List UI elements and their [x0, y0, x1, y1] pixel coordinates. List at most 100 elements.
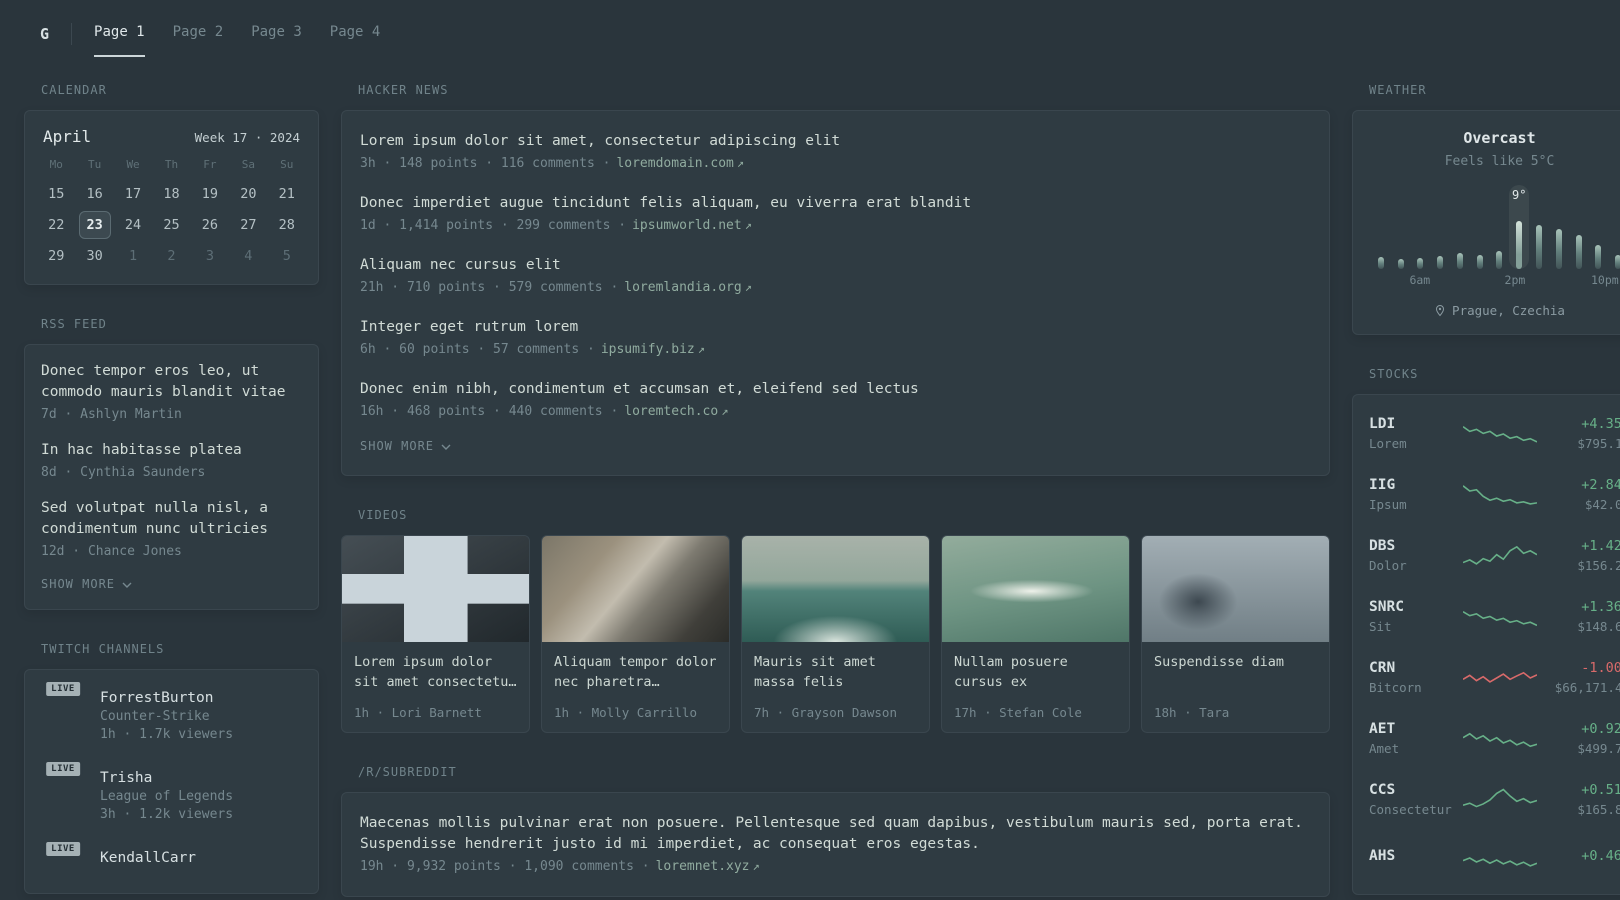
stock-sparkline-wrap — [1463, 602, 1537, 632]
stock-row[interactable]: DBS Dolor +1.42% $156.28 — [1353, 525, 1620, 586]
hackernews-item-stats: 3h · 148 points · 116 comments · — [360, 156, 611, 172]
weather-hour-column — [1529, 185, 1549, 269]
stock-ticker: IIG — [1369, 477, 1396, 493]
stock-row[interactable]: CCS Consectetur +0.51% $165.84 — [1353, 769, 1620, 830]
rss-card: Donec tempor eros leo, ut commodo mauris… — [24, 344, 319, 611]
stock-row[interactable]: CRN Bitcorn -1.00% $66,171.48 — [1353, 647, 1620, 708]
video-thumbnail[interactable] — [942, 536, 1129, 643]
weather-hour-column — [1430, 185, 1450, 269]
calendar-day: 29 — [48, 248, 65, 264]
video-card: Nullam posuere cursus ex 17h · Stefan Co… — [941, 535, 1130, 734]
video-thumbnail[interactable] — [342, 536, 529, 643]
weather-temp-bar — [1456, 253, 1463, 269]
calendar-day: 3 — [205, 248, 214, 264]
hackernews-item-title[interactable]: Aliquam nec cursus elit — [360, 255, 1311, 276]
rss-item-title[interactable]: Donec tempor eros leo, ut commodo mauris… — [41, 361, 302, 403]
stock-price: $156.28 — [1577, 558, 1620, 573]
weather-hour-column — [1569, 185, 1589, 269]
weather-widget: WEATHER Overcast Feels like 5°C 9° 6am 2… — [1352, 83, 1620, 335]
stock-row[interactable]: AET Amet +0.92% $499.72 — [1353, 708, 1620, 769]
subreddit-post: Maecenas mollis pulvinar erat non posuer… — [360, 813, 1311, 874]
subreddit-widget: /R/SUBREDDIT Maecenas mollis pulvinar er… — [341, 765, 1330, 898]
stock-identity: AHS — [1369, 848, 1463, 868]
video-card-body: Mauris sit amet massa felis 7h · Grayson… — [742, 642, 929, 732]
video-thumbnail[interactable] — [1142, 536, 1329, 643]
hackernews-item-title[interactable]: Donec enim nibh, condimentum et accumsan… — [360, 379, 1311, 400]
page-tab[interactable]: Page 4 — [330, 10, 381, 57]
hackernews-item-domain-link[interactable]: ipsumify.biz ↗ — [601, 342, 705, 357]
stock-name: Bitcorn — [1369, 680, 1422, 695]
twitch-channel-game[interactable]: League of Legends — [100, 789, 233, 804]
video-title[interactable]: Aliquam tempor dolor nec pharetra… — [554, 652, 717, 692]
stock-row[interactable]: AHS +0.46% — [1353, 830, 1620, 886]
weather-condition: Overcast — [1463, 129, 1536, 147]
hackernews-item-domain-link[interactable]: ipsumworld.net ↗ — [632, 218, 752, 233]
rss-item-meta: 8d · Cynthia Saunders — [41, 465, 206, 481]
twitch-channel-name[interactable]: KendallCarr — [100, 850, 196, 866]
video-title[interactable]: Suspendisse diam — [1154, 652, 1317, 672]
app-logo[interactable]: G — [40, 25, 49, 43]
rss-item-title[interactable]: In hac habitasse platea — [41, 440, 302, 461]
twitch-channel-game[interactable]: Counter-Strike — [100, 709, 233, 724]
calendar-widget-title: CALENDAR — [41, 83, 107, 97]
video-card: Aliquam tempor dolor nec pharetra… 1h · … — [541, 535, 730, 734]
chevron-down-icon — [122, 582, 132, 588]
video-meta: 1h · Molly Carrillo — [554, 705, 697, 721]
stock-sparkline-chart — [1463, 419, 1537, 449]
video-card: Mauris sit amet massa felis 7h · Grayson… — [741, 535, 930, 734]
hackernews-item-domain-link[interactable]: loremlandia.org ↗ — [624, 280, 752, 295]
external-link-icon: ↗ — [744, 218, 752, 233]
page-tab[interactable]: Page 3 — [251, 10, 302, 57]
twitch-channel-name[interactable]: ForrestBurton — [100, 690, 233, 706]
rss-item-title[interactable]: Sed volutpat nulla nisl, a condimentum n… — [41, 498, 302, 540]
stock-row[interactable]: LDI Lorem +4.35% $795.18 — [1353, 403, 1620, 464]
weather-temp-bar — [1476, 255, 1483, 269]
calendar-day: 15 — [48, 186, 65, 202]
video-thumbnail[interactable] — [742, 536, 929, 643]
left-column: CALENDAR April Week 17 · 2024 Mo Tu We Th Fr… — [24, 83, 319, 900]
rss-show-more-button[interactable]: SHOW MORE — [41, 577, 302, 591]
calendar-day: 5 — [282, 248, 291, 264]
stock-identity: DBS Dolor — [1369, 538, 1463, 573]
video-title[interactable]: Mauris sit amet massa felis — [754, 652, 917, 692]
hackernews-item-domain-link[interactable]: loremtech.co ↗ — [624, 404, 728, 419]
stock-identity: CCS Consectetur — [1369, 782, 1463, 817]
stock-sparkline-wrap — [1463, 419, 1537, 449]
weather-hour-column — [1608, 185, 1620, 269]
calendar-day: 27 — [240, 217, 257, 233]
chevron-down-icon — [441, 444, 451, 450]
weather-temp-bar — [1575, 235, 1582, 269]
calendar-day: 17 — [124, 186, 142, 202]
stock-row[interactable]: SNRC Sit +1.36% $148.64 — [1353, 586, 1620, 647]
weather-temp-bar — [1377, 257, 1384, 269]
hackernews-item-title[interactable]: Lorem ipsum dolor sit amet, consectetur … — [360, 131, 1311, 152]
subreddit-post-title[interactable]: Maecenas mollis pulvinar erat non posuer… — [360, 813, 1311, 855]
video-thumbnail[interactable] — [542, 536, 729, 643]
hackernews-show-more-button[interactable]: SHOW MORE — [360, 439, 1311, 453]
calendar-day: 16 — [86, 186, 103, 202]
stock-change-percent: +1.42% — [1581, 538, 1620, 554]
calendar-day: 22 — [48, 217, 65, 233]
weather-temp-bar — [1496, 251, 1503, 269]
stock-name: Dolor — [1369, 558, 1407, 573]
stock-row[interactable]: IIG Ipsum +2.84% $42.04 — [1353, 464, 1620, 525]
hackernews-item-domain-link[interactable]: loremdomain.com ↗ — [616, 156, 744, 171]
videos-widget-title: VIDEOS — [358, 508, 408, 523]
page-tab[interactable]: Page 1 — [94, 10, 145, 57]
hackernews-item-title[interactable]: Integer eget rutrum lorem — [360, 317, 1311, 338]
page-tab[interactable]: Page 2 — [173, 10, 224, 57]
calendar-day: 2 — [167, 248, 176, 264]
subreddit-post-domain-link[interactable]: loremnet.xyz ↗ — [656, 859, 760, 874]
stock-values: +2.84% $42.04 — [1537, 477, 1620, 512]
hackernews-list: Lorem ipsum dolor sit amet, consectetur … — [360, 131, 1311, 419]
video-title[interactable]: Lorem ipsum dolor sit amet consectetu… — [354, 652, 517, 692]
twitch-channel-row: LIVE KendallCarr — [25, 838, 318, 885]
stock-sparkline-wrap — [1463, 663, 1537, 693]
hackernews-widget: HACKER NEWS Lorem ipsum dolor sit amet, … — [341, 83, 1330, 477]
hackernews-item: Integer eget rutrum lorem 6h · 60 points… — [360, 317, 1311, 357]
calendar-day: 30 — [86, 248, 103, 264]
video-title[interactable]: Nullam posuere cursus ex — [954, 652, 1117, 692]
twitch-channel-name[interactable]: Trisha — [100, 770, 233, 786]
calendar-weekday: Su — [280, 158, 294, 171]
hackernews-item-title[interactable]: Donec imperdiet augue tincidunt felis al… — [360, 193, 1311, 214]
